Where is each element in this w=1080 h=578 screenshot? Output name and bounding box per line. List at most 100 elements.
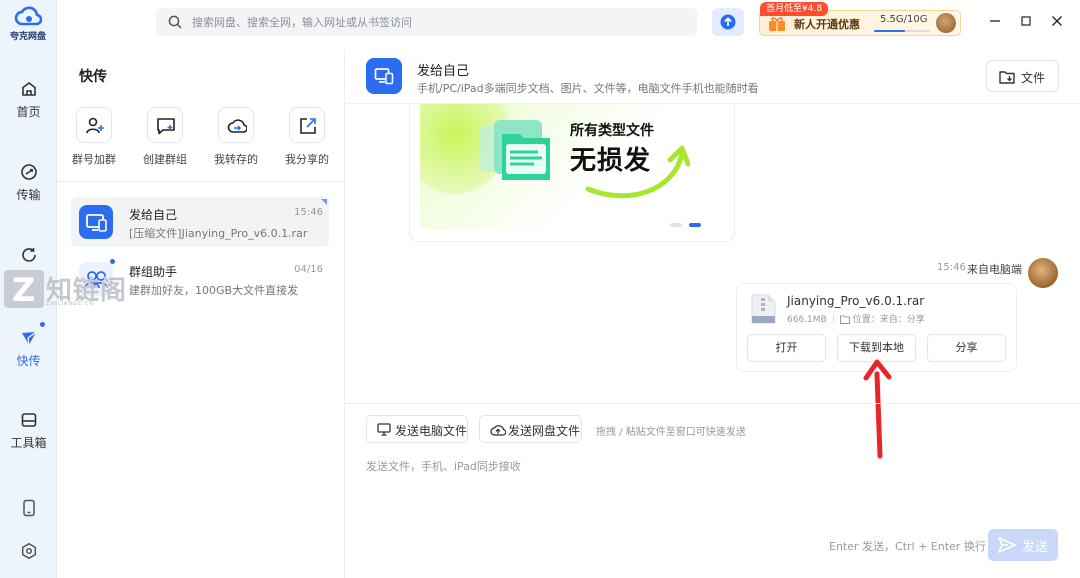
message-source: 来自电脑端	[967, 263, 1022, 276]
send-to-self-avatar	[79, 205, 113, 239]
file-meta: 666.1MB 位置：来自：分享	[787, 312, 925, 325]
lossless-send-banner: 所有类型文件 无损发	[420, 104, 722, 230]
monitor-phone-icon	[374, 68, 394, 85]
send-cloud-file-label: 发送网盘文件	[508, 424, 581, 438]
transfer-icon	[20, 164, 37, 180]
watermark: Z 知链阁 ZHILIANGE.CN	[4, 270, 138, 310]
curved-arrow-icon	[585, 145, 690, 199]
unread-dot	[40, 322, 45, 327]
promo-image-message[interactable]: 所有类型文件 无损发	[409, 104, 735, 242]
file-name: Jianying_Pro_v6.0.1.rar	[787, 294, 925, 308]
settings-icon	[21, 542, 36, 560]
chat-title: 发给自己	[417, 64, 470, 79]
conversation-title: 发给自己	[129, 208, 178, 222]
drag-drop-hint: 拖拽 / 粘贴文件至窗口可快速发送	[596, 427, 746, 438]
close-icon[interactable]	[1050, 14, 1064, 28]
send-shortcut-hint: Enter 发送，Ctrl + Enter 换行	[829, 540, 986, 553]
open-file-button[interactable]: 打开	[747, 334, 826, 362]
toolbox-icon	[21, 413, 36, 427]
divider	[345, 403, 1080, 404]
monitor-phone-icon	[86, 214, 107, 232]
quick-send-icon	[21, 331, 36, 346]
nav-item-label: 首页	[16, 105, 41, 119]
file-location: 位置：来自：分享	[852, 315, 925, 325]
app-logo: 夸克网盘	[6, 4, 50, 42]
sender-avatar[interactable]	[1028, 258, 1058, 288]
share-icon	[300, 118, 316, 134]
conversation-preview: 建群加好友，100GB大文件直接发	[129, 284, 299, 297]
nav-item-toolbox[interactable]: 工具箱	[0, 411, 57, 451]
minimize-icon[interactable]	[988, 14, 1002, 28]
files-button[interactable]: 文件	[986, 60, 1059, 92]
chat-avatar	[366, 58, 402, 94]
quick-action-join-group[interactable]: 群号加群	[64, 107, 124, 167]
cloud-upload-icon	[490, 425, 506, 436]
storage-usage-bar	[874, 30, 930, 32]
archive-file-icon	[751, 294, 776, 324]
sidebar-title: 快传	[79, 69, 107, 85]
upload-button[interactable]	[712, 8, 744, 36]
nav-item-label: 快传	[16, 354, 41, 368]
gift-icon	[769, 17, 785, 31]
send-pc-file-button[interactable]: 发送电脑文件	[366, 415, 468, 443]
conversation-time: 04/16	[294, 264, 323, 275]
watermark-logo: Z	[4, 270, 44, 309]
message-time: 15:46	[937, 262, 966, 273]
carousel-dots	[670, 216, 722, 230]
app-name: 夸克网盘	[9, 32, 46, 42]
file-folder-illustration	[480, 120, 550, 180]
send-cloud-file-button[interactable]: 发送网盘文件	[479, 415, 582, 443]
red-annotation-arrow-icon	[863, 359, 892, 459]
nav-item-home[interactable]: 首页	[0, 80, 57, 120]
create-group-icon	[157, 118, 175, 135]
file-size: 666.1MB	[787, 315, 827, 325]
backup-icon	[21, 248, 36, 262]
cloud-save-icon	[227, 119, 247, 133]
quick-action-my-shared[interactable]: 我分享的	[277, 107, 337, 167]
nav-item-quick-send[interactable]: 快传	[0, 329, 57, 369]
settings-button[interactable]	[0, 542, 57, 565]
chat-subtitle: 手机/PC/iPad多端同步文档、图片、文件等，电脑文件手机也能随时看	[417, 82, 759, 95]
quick-action-create-group[interactable]: 创建群组	[135, 107, 195, 167]
search-input[interactable]	[192, 8, 682, 36]
quick-action-label: 群号加群	[72, 153, 116, 166]
pinned-corner-mark	[321, 199, 327, 205]
send-button-label: 发送	[1022, 540, 1049, 555]
storage-usage-text: 5.5G/10G	[880, 14, 928, 25]
add-user-icon	[86, 117, 104, 134]
upload-icon	[720, 14, 736, 30]
send-icon	[998, 537, 1016, 553]
message-input[interactable]	[366, 458, 1056, 518]
maximize-icon[interactable]	[1019, 14, 1033, 28]
vip-promo-banner[interactable]: 首月低至¥4.8 新人开通优惠 5.5G/10G	[759, 2, 961, 36]
home-icon	[21, 82, 36, 96]
quick-action-label: 我转存的	[214, 153, 258, 166]
phone-icon	[22, 499, 35, 517]
send-pc-file-label: 发送电脑文件	[395, 424, 468, 438]
conversation-time: 15:46	[294, 207, 323, 218]
quick-action-my-saved[interactable]: 我转存的	[206, 107, 266, 167]
phone-button[interactable]	[0, 499, 57, 522]
promo-price-badge: 首月低至¥4.8	[760, 2, 829, 16]
quick-action-label: 我分享的	[285, 153, 329, 166]
folder-icon	[999, 71, 1015, 84]
nav-item-transfer[interactable]: 传输	[0, 163, 57, 203]
share-file-button[interactable]: 分享	[927, 334, 1006, 362]
watermark-subtext: ZHILIANGE.CN	[46, 301, 94, 307]
user-avatar[interactable]	[936, 13, 956, 33]
files-button-label: 文件	[1021, 71, 1046, 85]
quark-cloud-icon	[14, 6, 42, 26]
search-icon	[168, 15, 182, 29]
quick-action-label: 创建群组	[143, 153, 187, 166]
search-bar[interactable]	[156, 8, 697, 36]
promo-text: 新人开通优惠	[794, 18, 860, 31]
storage-usage-fill	[874, 30, 905, 32]
send-button[interactable]: 发送	[988, 529, 1058, 561]
conversation-preview: [压缩文件]Jianying_Pro_v6.0.1.rar	[129, 227, 308, 240]
monitor-icon	[377, 423, 391, 436]
divider	[344, 50, 345, 578]
folder-small-icon	[839, 315, 850, 324]
divider	[57, 181, 344, 182]
unread-dot	[110, 259, 115, 264]
conversation-item-self[interactable]: 发给自己 15:46 [压缩文件]Jianying_Pro_v6.0.1.rar	[71, 197, 329, 247]
